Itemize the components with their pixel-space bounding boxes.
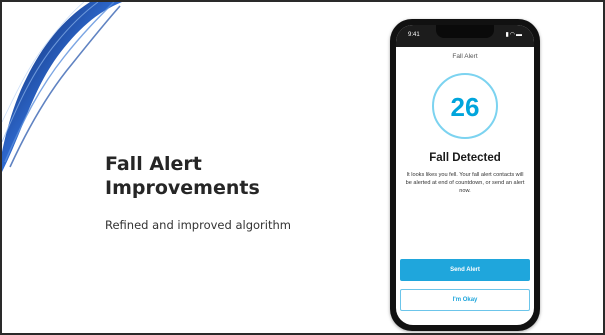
slide: Fall Alert Improvements Refined and impr… <box>0 0 605 335</box>
slide-title: Fall Alert Improvements <box>105 152 365 200</box>
send-alert-button[interactable]: Send Alert <box>400 259 530 281</box>
status-time: 9:41 <box>408 32 420 38</box>
slide-title-line-1: Fall Alert <box>105 153 202 175</box>
app-title: Fall Alert <box>452 53 478 60</box>
phone-mockup: 9:41 ▮◠▬ Fall Alert 26 Fall Detected It … <box>390 19 540 331</box>
phone-notch <box>436 25 494 38</box>
im-okay-button[interactable]: I'm Okay <box>400 289 530 311</box>
countdown-value: 26 <box>450 92 480 122</box>
fall-detected-heading: Fall Detected <box>429 152 501 164</box>
slide-title-line-2: Improvements <box>105 177 260 199</box>
battery-icon: ▬ <box>516 32 523 38</box>
fall-detected-message: It looks likes you fell. Your fall alert… <box>405 172 525 194</box>
status-icons: ▮◠▬ <box>505 31 523 38</box>
countdown-ring: 26 <box>432 73 498 139</box>
phone-screen: 9:41 ▮◠▬ Fall Alert 26 Fall Detected It … <box>396 25 534 325</box>
status-bar: 9:41 ▮◠▬ <box>396 25 534 47</box>
slide-subtitle: Refined and improved algorithm <box>105 218 291 232</box>
blue-ribbon-decoration <box>2 2 122 172</box>
